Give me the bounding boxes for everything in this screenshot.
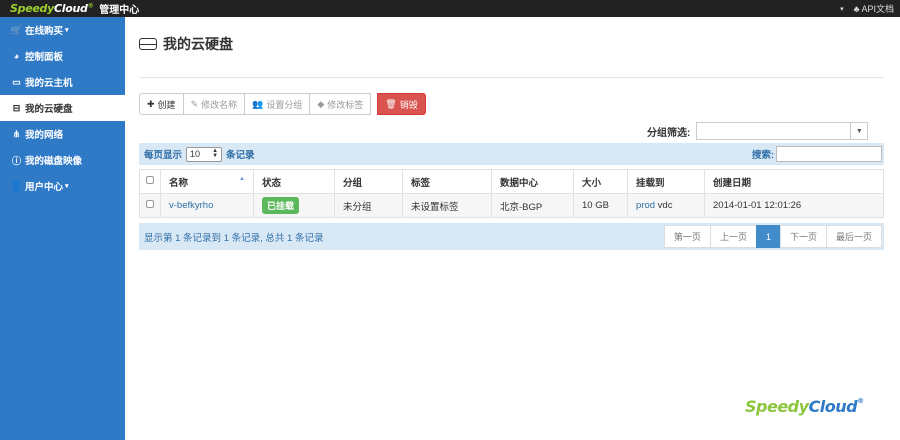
sort-asc-icon: ▲ [239,175,245,182]
group-filter-select[interactable]: ▼ [696,122,869,140]
sidebar-item-online-purchase[interactable]: 🛒 在线购买 ▾ [0,17,125,43]
select-all-cell [139,169,161,194]
size-cell: 10 GB [573,193,628,218]
group-cell: 未分组 [334,193,403,218]
status-cell: 已挂载 [253,193,335,218]
row-checkbox[interactable] [146,200,154,208]
sidebar-item-user-center[interactable]: 👤 用户中心 ▾ [0,173,125,199]
table-bottom-bar: 显示第 1 条记录到 1 条记录, 总共 1 条记录 第一页 上一页 1 下一页… [139,223,884,250]
destroy-button[interactable]: 🗑 销毁 [377,93,426,115]
datacenter-cell: 北京-BGP [491,193,574,218]
pagination: 第一页 上一页 1 下一页 最后一页 [663,225,882,248]
network-icon: ⋔ [12,128,21,139]
table-top-bar: 每页显示 10 ▲ ▼ 条记录 搜索: [139,143,884,165]
select-all-checkbox[interactable] [146,176,154,184]
dashboard-icon: ◕ [13,51,20,61]
plus-icon: ✚ [147,98,155,109]
table-info: 显示第 1 条记录到 1 条记录, 总共 1 条记录 [144,232,324,244]
column-header-size[interactable]: 大小 [573,169,628,194]
chevron-down-icon: ▾ [65,27,69,34]
page-last-button[interactable]: 最后一页 [825,225,882,248]
mount-host-link[interactable]: prod [636,200,655,211]
table-header-row: 名称 ▲ 状态 分组 标签 数据中心 大小 挂载到 创建日期 [139,169,884,194]
row-select-cell [139,193,161,218]
search-label: 搜索: [751,150,774,161]
tag-icon: ◆ [317,98,325,109]
page-title: 我的云硬盘 [139,34,233,54]
cart-icon: 🛒 [10,24,23,35]
edit-icon: ✎ [190,98,199,109]
divider [139,77,884,78]
tag-cell: 未设置标签 [402,193,492,218]
page-length-select[interactable]: 10 ▲ ▼ [186,146,223,162]
sidebar-item-cloud-hosts[interactable]: ▭ 我的云主机 [0,69,125,95]
status-badge: 已挂载 [262,197,300,214]
hdd-icon: ⊟ [12,102,21,113]
sidebar-item-network[interactable]: ⋔ 我的网络 [0,121,125,147]
sidebar-item-cloud-disks[interactable]: ⊟ 我的云硬盘 [0,95,125,121]
sidebar: 🛒 在线购买 ▾ ◕ 控制面板 ▭ 我的云主机 ⊟ 我的云硬盘 ⋔ 我的网络 ⓘ… [0,17,125,440]
disk-table: 名称 ▲ 状态 分组 标签 数据中心 大小 挂载到 创建日期 v-befkyrho… [139,169,884,218]
page-current-button[interactable]: 1 [755,225,781,248]
mounted-to-cell: prod vdc [627,193,705,218]
column-header-group[interactable]: 分组 [334,169,403,194]
column-header-created[interactable]: 创建日期 [704,169,884,194]
user-icon: 👤 [10,180,23,191]
set-group-button[interactable]: 👥 设置分组 [244,93,311,115]
monitor-icon: ▭ [12,76,21,87]
search-input[interactable] [776,146,882,162]
page-first-button[interactable]: 第一页 [663,225,711,248]
trash-icon: 🗑 [385,98,397,109]
account-dropdown-toggle[interactable]: ▾ [840,5,844,13]
chevron-down-icon: ▾ [65,183,69,190]
footer-logo: SpeedyCloud® [745,397,864,416]
page-prev-button[interactable]: 上一页 [709,225,757,248]
page-next-button[interactable]: 下一页 [779,225,827,248]
group-filter: 分组筛选: ▼ [647,122,869,140]
edit-tag-button[interactable]: ◆ 修改标签 [309,93,372,115]
api-doc-link[interactable]: API文档 [861,2,894,15]
column-header-datacenter[interactable]: 数据中心 [491,169,574,194]
admin-center-title: 管理中心 [99,5,140,16]
main-content: 我的云硬盘 ✚ 创建 ✎ 修改名称 👥 设置分组 ◆ 修改标签 🗑 销毁 分组筛… [125,17,900,440]
mount-device: vdc [657,200,673,211]
column-header-mounted-to[interactable]: 挂载到 [627,169,705,194]
disk-name-link[interactable]: v-befkyrho [169,200,213,211]
api-doc-icon: ♣ [853,3,860,14]
sidebar-item-disk-images[interactable]: ⓘ 我的磁盘映像 [0,147,125,173]
table-row[interactable]: v-befkyrho 已挂载 未分组 未设置标签 北京-BGP 10 GB pr… [139,193,884,218]
disk-name-cell: v-befkyrho [160,193,254,218]
column-header-name[interactable]: 名称 ▲ [160,169,254,194]
spinner-arrows-icon: ▲ ▼ [212,148,219,159]
created-cell: 2014-01-01 12:01:26 [704,193,884,218]
info-icon: ⓘ [11,155,21,166]
create-button[interactable]: ✚ 创建 [139,93,184,115]
top-navbar: SpeedyCloud® 管理中心 ▾ ♣ API文档 [0,0,900,17]
rename-button[interactable]: ✎ 修改名称 [182,93,246,115]
brand-logo[interactable]: SpeedyCloud® [10,2,94,15]
column-header-status[interactable]: 状态 [253,169,335,194]
chevron-down-icon[interactable]: ▼ [850,123,867,139]
sidebar-item-dashboard[interactable]: ◕ 控制面板 [0,43,125,69]
toolbar: ✚ 创建 ✎ 修改名称 👥 设置分组 ◆ 修改标签 🗑 销毁 [139,93,426,115]
group-icon: 👥 [252,98,264,109]
group-filter-label: 分组筛选: [647,127,691,139]
column-header-tag[interactable]: 标签 [402,169,492,194]
hdd-icon [139,38,157,50]
